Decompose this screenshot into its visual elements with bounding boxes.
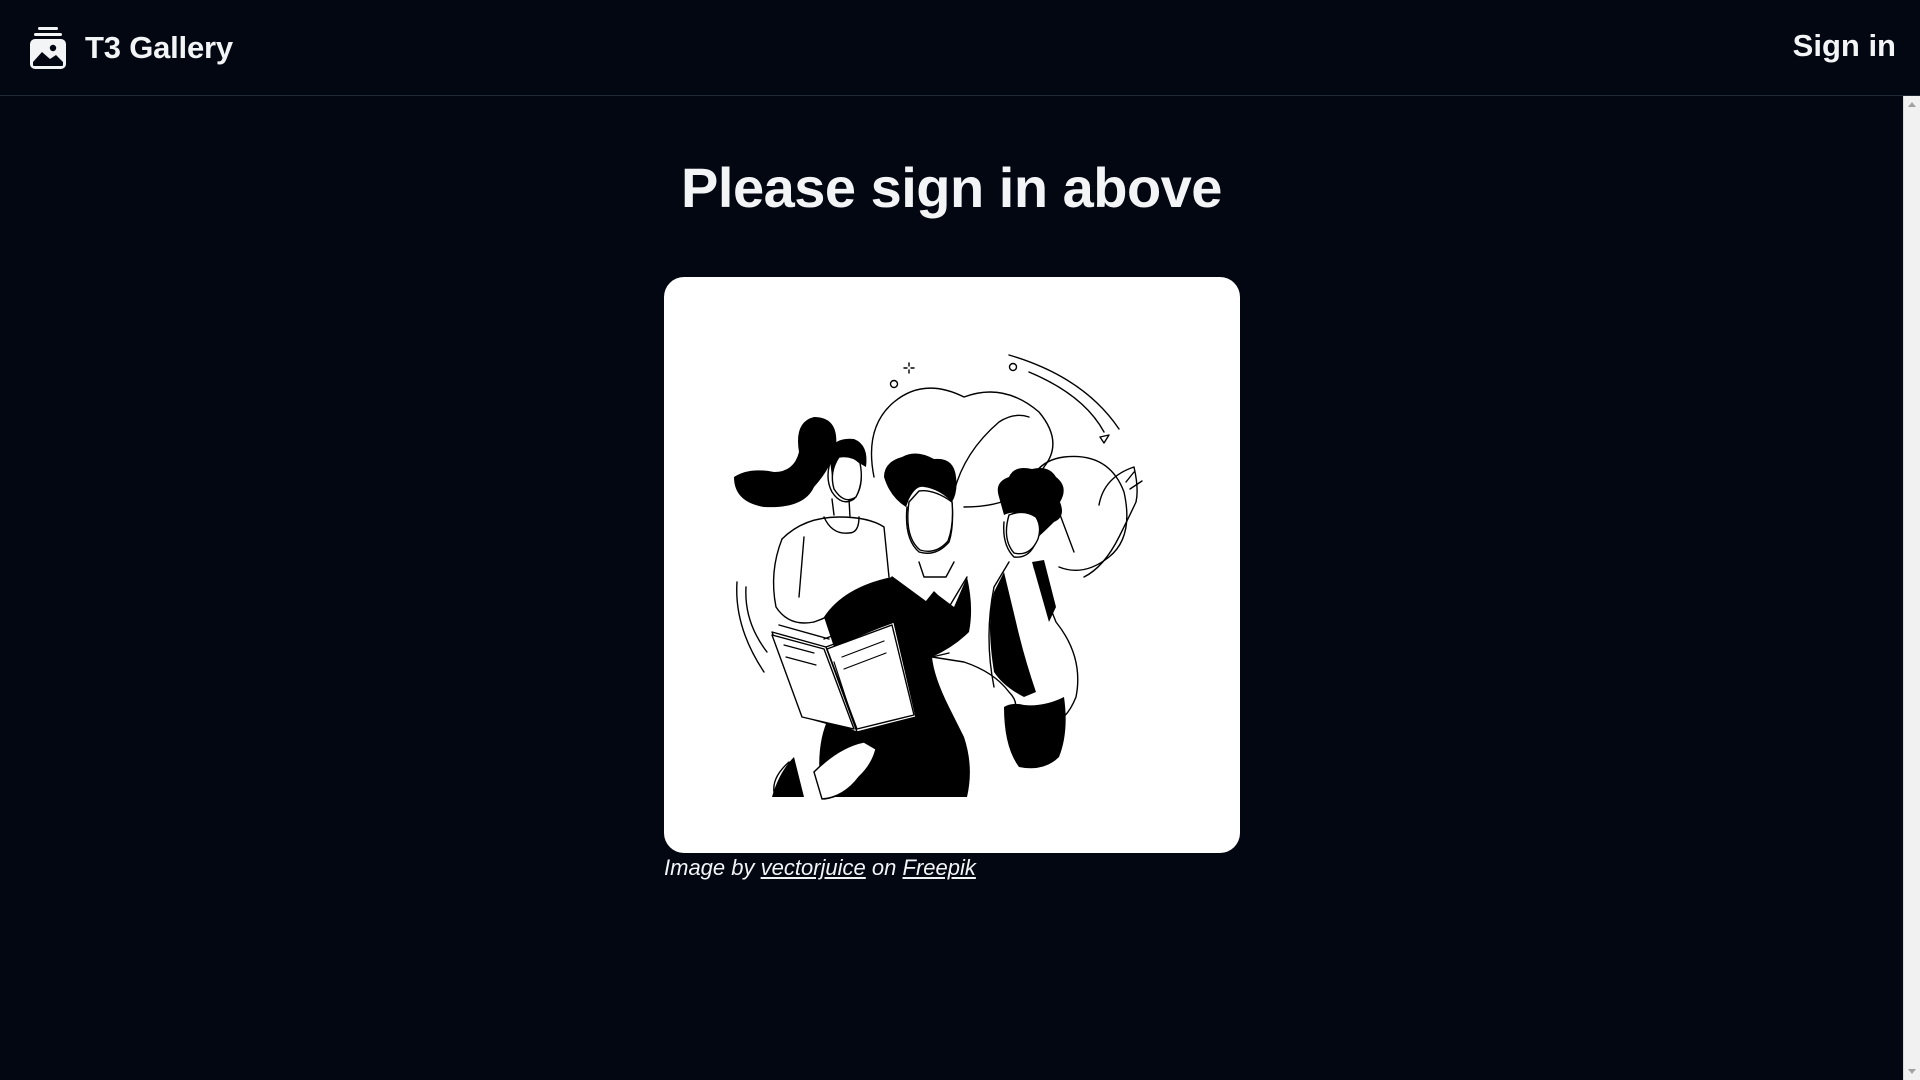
- top-nav: T3 Gallery Sign in: [0, 0, 1920, 96]
- image-credit: Image by vectorjuice on Freepik: [664, 855, 976, 881]
- illustration-card: [664, 277, 1240, 853]
- brand: T3 Gallery: [29, 26, 233, 70]
- page-title: Please sign in above: [681, 156, 1222, 219]
- vertical-scrollbar[interactable]: [1903, 96, 1920, 1080]
- scroll-down-icon[interactable]: [1908, 1069, 1916, 1074]
- main-content: Please sign in above Image by vectorjuic…: [0, 97, 1903, 1080]
- scroll-up-icon[interactable]: [1908, 102, 1916, 107]
- app-title: T3 Gallery: [85, 30, 233, 65]
- page: T3 Gallery Sign in Please sign in above: [0, 0, 1920, 1080]
- sign-in-button[interactable]: Sign in: [1793, 28, 1896, 64]
- credit-prefix: Image by: [664, 855, 755, 880]
- credit-middle: on: [871, 855, 897, 880]
- author-link[interactable]: vectorjuice: [761, 855, 866, 880]
- people-reading-book-illustration: [734, 354, 1143, 800]
- source-link[interactable]: Freepik: [903, 855, 976, 880]
- photo-album-icon: [30, 27, 66, 69]
